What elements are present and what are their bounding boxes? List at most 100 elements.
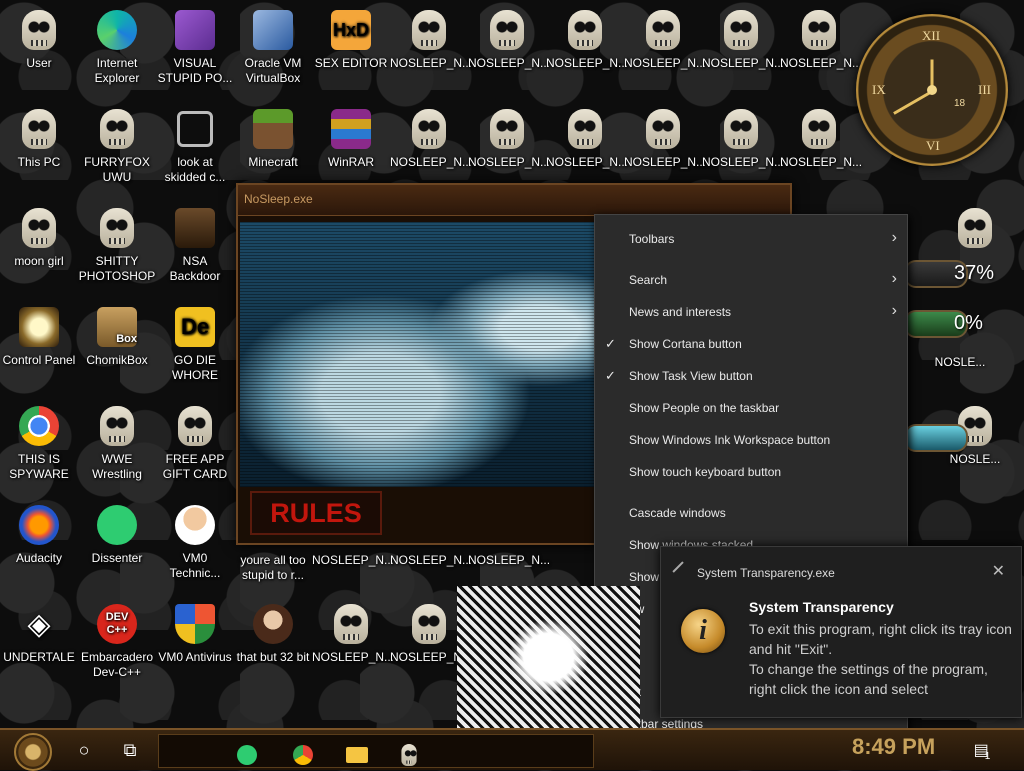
desktop-icon-nosleep[interactable]: NOSLEEP_N... (780, 107, 862, 170)
desktop-icon-sex-editor[interactable]: HxD SEX EDITOR (312, 8, 390, 71)
desktop-icon-control-panel[interactable]: Control Panel (0, 305, 78, 368)
lightbulb-icon (19, 307, 59, 347)
desktop-icon-virtualbox[interactable]: Oracle VM VirtualBox (234, 8, 312, 86)
desktop-icon-winrar[interactable]: WinRAR (312, 107, 390, 170)
desktop-icon-photoshop[interactable]: SHITTY PHOTOSHOP (78, 206, 156, 284)
network-gauge (904, 424, 968, 452)
desktop-icon-wwe[interactable]: WWE Wrestling (78, 404, 156, 482)
desktop-icon-nosleep[interactable]: NOSLEEP_N... (468, 8, 550, 71)
skull-icon (802, 109, 836, 149)
skull-icon (100, 109, 134, 149)
desktop-icon-devcpp[interactable]: DEV C++ Embarcadero Dev-C++ (78, 602, 156, 680)
desktop-icon-nsa-backdoor[interactable]: NSA Backdoor (156, 206, 234, 284)
desktop-icon-nosleep[interactable]: NOSLEEP_N... (624, 8, 706, 71)
notification-center-icon[interactable]: ▤ 1 (968, 736, 996, 764)
desktop-icon-nosleep[interactable]: NOSLE... (930, 355, 990, 370)
menu-item-show-task-view[interactable]: ✓ Show Task View button (595, 360, 907, 392)
cortana-search-icon[interactable]: ○ (70, 736, 98, 764)
clock-numeral: XII (922, 28, 941, 43)
desktop-icon-nosleep[interactable]: NOSLEEP_N... (624, 107, 706, 170)
steampunk-icon (175, 208, 215, 248)
menu-item-show-windows-ink[interactable]: Show Windows Ink Workspace button (595, 424, 907, 456)
desktop-icon-32bit[interactable]: that but 32 bit (234, 602, 312, 665)
desktop-icon-undertale[interactable]: ◈ UNDERTALE (0, 602, 78, 665)
minecraft-icon (253, 109, 293, 149)
skull-icon (334, 604, 368, 644)
chrome-icon (19, 406, 59, 446)
notification-toast[interactable]: System Transparency.exe ✕ i System Trans… (660, 546, 1022, 718)
nosleep-titlebar[interactable]: NoSleep.exe (238, 185, 790, 216)
desktop-icon-user[interactable]: User (0, 8, 78, 71)
toast-body: To exit this program, right click its tr… (749, 621, 1012, 697)
desktop-icon-skidded[interactable]: look at skidded c... (156, 107, 234, 185)
menu-item-show-touch-keyboard[interactable]: Show touch keyboard button (595, 456, 907, 488)
clock-widget[interactable]: XII III VI IX 18 (856, 14, 1008, 166)
portrait-icon (253, 604, 293, 644)
start-button[interactable] (14, 733, 52, 771)
chrome-taskbar-icon[interactable] (289, 741, 317, 769)
skull-icon (646, 10, 680, 50)
skull-icon (802, 10, 836, 50)
taskbar-clock[interactable]: 8:49 PM (852, 734, 935, 760)
desktop-icon-nosleep[interactable]: NOSLEEP_N... (546, 8, 628, 71)
task-view-icon[interactable]: ⧉ (116, 736, 144, 764)
audacity-icon (19, 505, 59, 545)
desktop-icon-chomikbox[interactable]: Box ChomikBox (78, 305, 156, 368)
clock-numeral: VI (926, 138, 940, 153)
desktop-icon-gift-card[interactable]: FREE APP GIFT CARD (156, 404, 234, 482)
menu-item-cascade-windows[interactable]: Cascade windows (595, 497, 907, 529)
skull-icon (178, 406, 212, 446)
rules-button[interactable]: RULES (250, 491, 382, 535)
desktop-icon-nosleep[interactable] (936, 206, 1014, 254)
menu-item-search[interactable]: Search › (595, 264, 907, 296)
desktop-icon-nosleep[interactable]: NOSLEEP_N... (390, 8, 472, 71)
desktop-icon-moon-girl[interactable]: moon girl (0, 206, 78, 269)
desktop-icon-minecraft[interactable]: Minecraft (234, 107, 312, 170)
desktop-icon-go-die[interactable]: De GO DIE WHORE (156, 305, 234, 383)
chevron-right-icon: › (891, 302, 897, 319)
desktop-icon-chrome[interactable]: THIS IS SPYWARE (0, 404, 78, 482)
chomikbox-icon: Box (97, 307, 137, 347)
desktop-icon-nosleep[interactable]: NOSLEEP_N... (390, 107, 472, 170)
desktop-icon-nosleep[interactable]: NOSLEEP_N... (312, 602, 394, 665)
shield-icon (175, 604, 215, 644)
desktop-icon-vm0-antivirus[interactable]: VM0 Antivirus (156, 602, 234, 665)
desktop-icon-nosleep[interactable]: NOSLEEP_N... (468, 107, 550, 170)
desktop-icon-nosleep[interactable]: NOSLEEP_N... (702, 8, 784, 71)
desktop-icon-furryfox[interactable]: FURRYFOX UWU (78, 107, 156, 185)
close-icon[interactable]: ✕ (992, 561, 1005, 581)
delphi-icon: De (175, 307, 215, 347)
desktop-icon-vm0-technic[interactable]: VM0 Technic... (156, 503, 234, 581)
unity-icon: ◈ (27, 607, 51, 641)
skull-icon (22, 208, 56, 248)
clock-date: 18 (954, 98, 966, 109)
desktop-icon-internet-explorer[interactable]: Internet Explorer (78, 8, 156, 86)
skull-taskbar-icon[interactable] (395, 741, 423, 769)
desktop-icon-nosleep[interactable]: NOSLEEP_N... (702, 107, 784, 170)
desktop-icon-nosleep[interactable]: NOSLEEP_N... (546, 107, 628, 170)
skull-icon (568, 10, 602, 50)
menu-item-news-and-interests[interactable]: News and interests › (595, 296, 907, 328)
toast-app-name: System Transparency.exe (697, 566, 835, 580)
desktop-icon-nosleep[interactable]: NOSLEEP_N... (780, 8, 862, 71)
menu-item-show-cortana[interactable]: ✓ Show Cortana button (595, 328, 907, 360)
taskbar[interactable]: ○ ⧉ 8:49 PM ▤ 1 (0, 728, 1024, 771)
visual-studio-icon (175, 10, 215, 50)
desktop-icon-audacity[interactable]: Audacity (0, 503, 78, 566)
toast-title: System Transparency (749, 599, 894, 615)
skull-icon (646, 109, 680, 149)
cpu-gauge-value: 37% (954, 262, 995, 284)
dissenter-taskbar-icon[interactable] (233, 741, 261, 769)
menu-item-show-people[interactable]: Show People on the taskbar (595, 392, 907, 424)
skull-icon (568, 109, 602, 149)
checkmark-icon: ✓ (605, 368, 616, 383)
desktop-icon-dissenter[interactable]: Dissenter (78, 503, 156, 566)
desktop-icon-this-pc[interactable]: This PC (0, 107, 78, 170)
clock-numeral: III (978, 82, 991, 97)
checkmark-icon: ✓ (605, 336, 616, 351)
menu-item-toolbars[interactable]: Toolbars › (595, 223, 907, 255)
skull-icon (724, 10, 758, 50)
file-explorer-icon[interactable] (343, 741, 371, 769)
desktop-icon-visual-studio[interactable]: VISUAL STUPID PO... (156, 8, 234, 86)
desktop-icon-stupid[interactable]: youre all too stupid to r... (234, 540, 312, 583)
